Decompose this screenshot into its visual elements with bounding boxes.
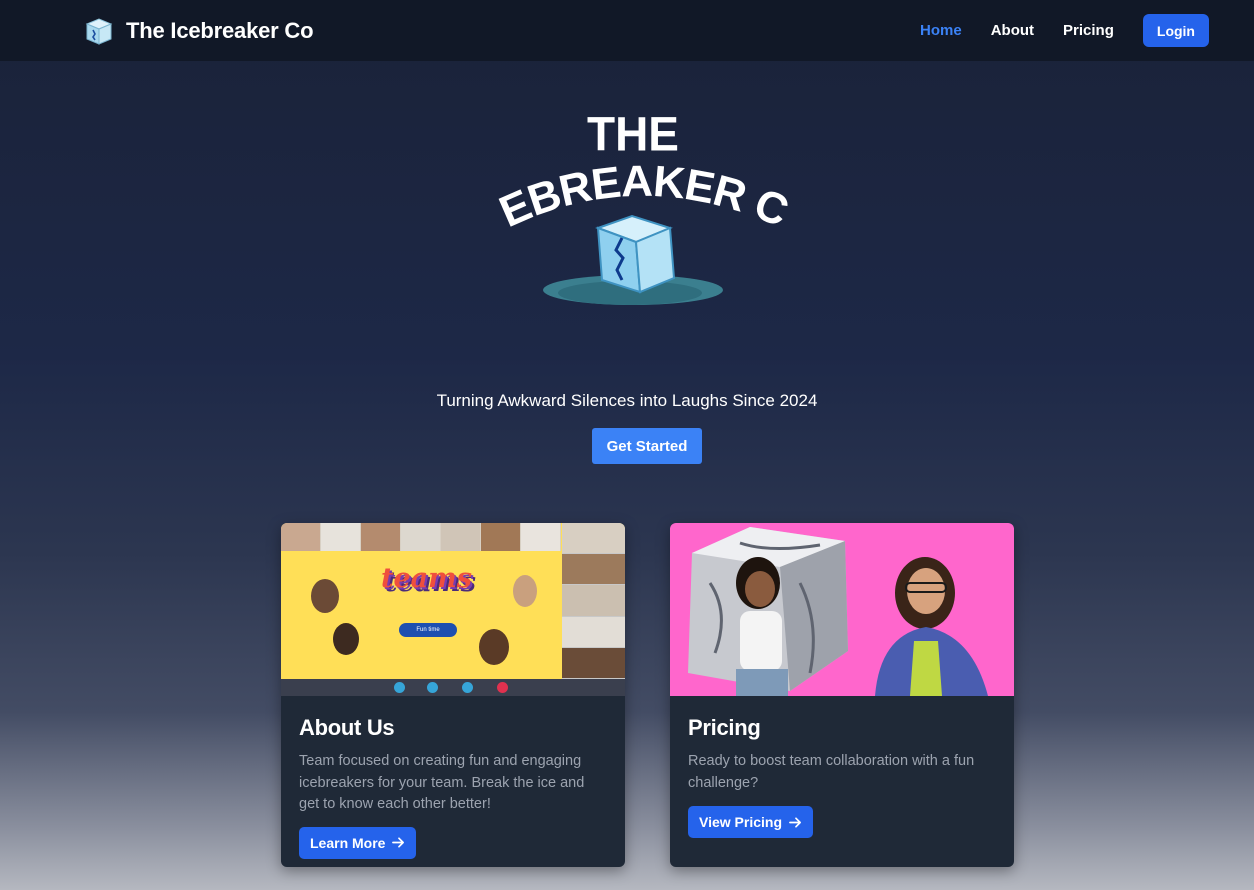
icebreaker-logo: THE ICEBREAKER CO. <box>480 100 795 305</box>
about-card-text: Team focused on creating fun and engagin… <box>299 753 585 812</box>
top-navbar: The Icebreaker Co Home About Pricing Log… <box>0 0 1254 61</box>
pricing-card: Pricing Ready to boost team collaboratio… <box>670 523 1014 867</box>
nav-links: Home About Pricing Login <box>891 14 1209 47</box>
ice-cube-illustration <box>595 214 676 294</box>
pricing-card-title: Pricing <box>688 715 761 740</box>
ice-cube-icon <box>85 18 113 45</box>
teams-call-image: teams Fun time <box>281 523 625 696</box>
about-card-title: About Us <box>299 715 395 740</box>
view-pricing-button[interactable]: View Pricing <box>688 806 813 838</box>
brand-link[interactable]: The Icebreaker Co <box>84 15 314 47</box>
logo-text-the: THE <box>587 106 679 160</box>
fun-time-pill: Fun time <box>399 623 457 637</box>
arrow-right-icon <box>789 816 801 828</box>
ice-cube-friends-image <box>670 523 1014 696</box>
login-button[interactable]: Login <box>1142 14 1209 47</box>
about-card: teams Fun time About Us Team focused on … <box>281 523 625 867</box>
nav-link-about[interactable]: About <box>991 22 1034 39</box>
pricing-card-text: Ready to boost team collaboration with a… <box>688 753 975 791</box>
view-pricing-label: View Pricing <box>699 814 782 830</box>
nav-link-home[interactable]: Home <box>920 22 962 39</box>
hero-tagline: Turning Awkward Silences into Laughs Sin… <box>436 391 818 410</box>
arrow-right-icon <box>392 837 405 848</box>
learn-more-button[interactable]: Learn More <box>299 826 417 859</box>
learn-more-label: Learn More <box>310 834 386 851</box>
teams-logo-text: teams <box>381 563 472 594</box>
get-started-button[interactable]: Get Started <box>592 428 702 464</box>
brand-name: The Icebreaker Co <box>126 18 314 43</box>
nav-link-pricing[interactable]: Pricing <box>1063 22 1114 39</box>
